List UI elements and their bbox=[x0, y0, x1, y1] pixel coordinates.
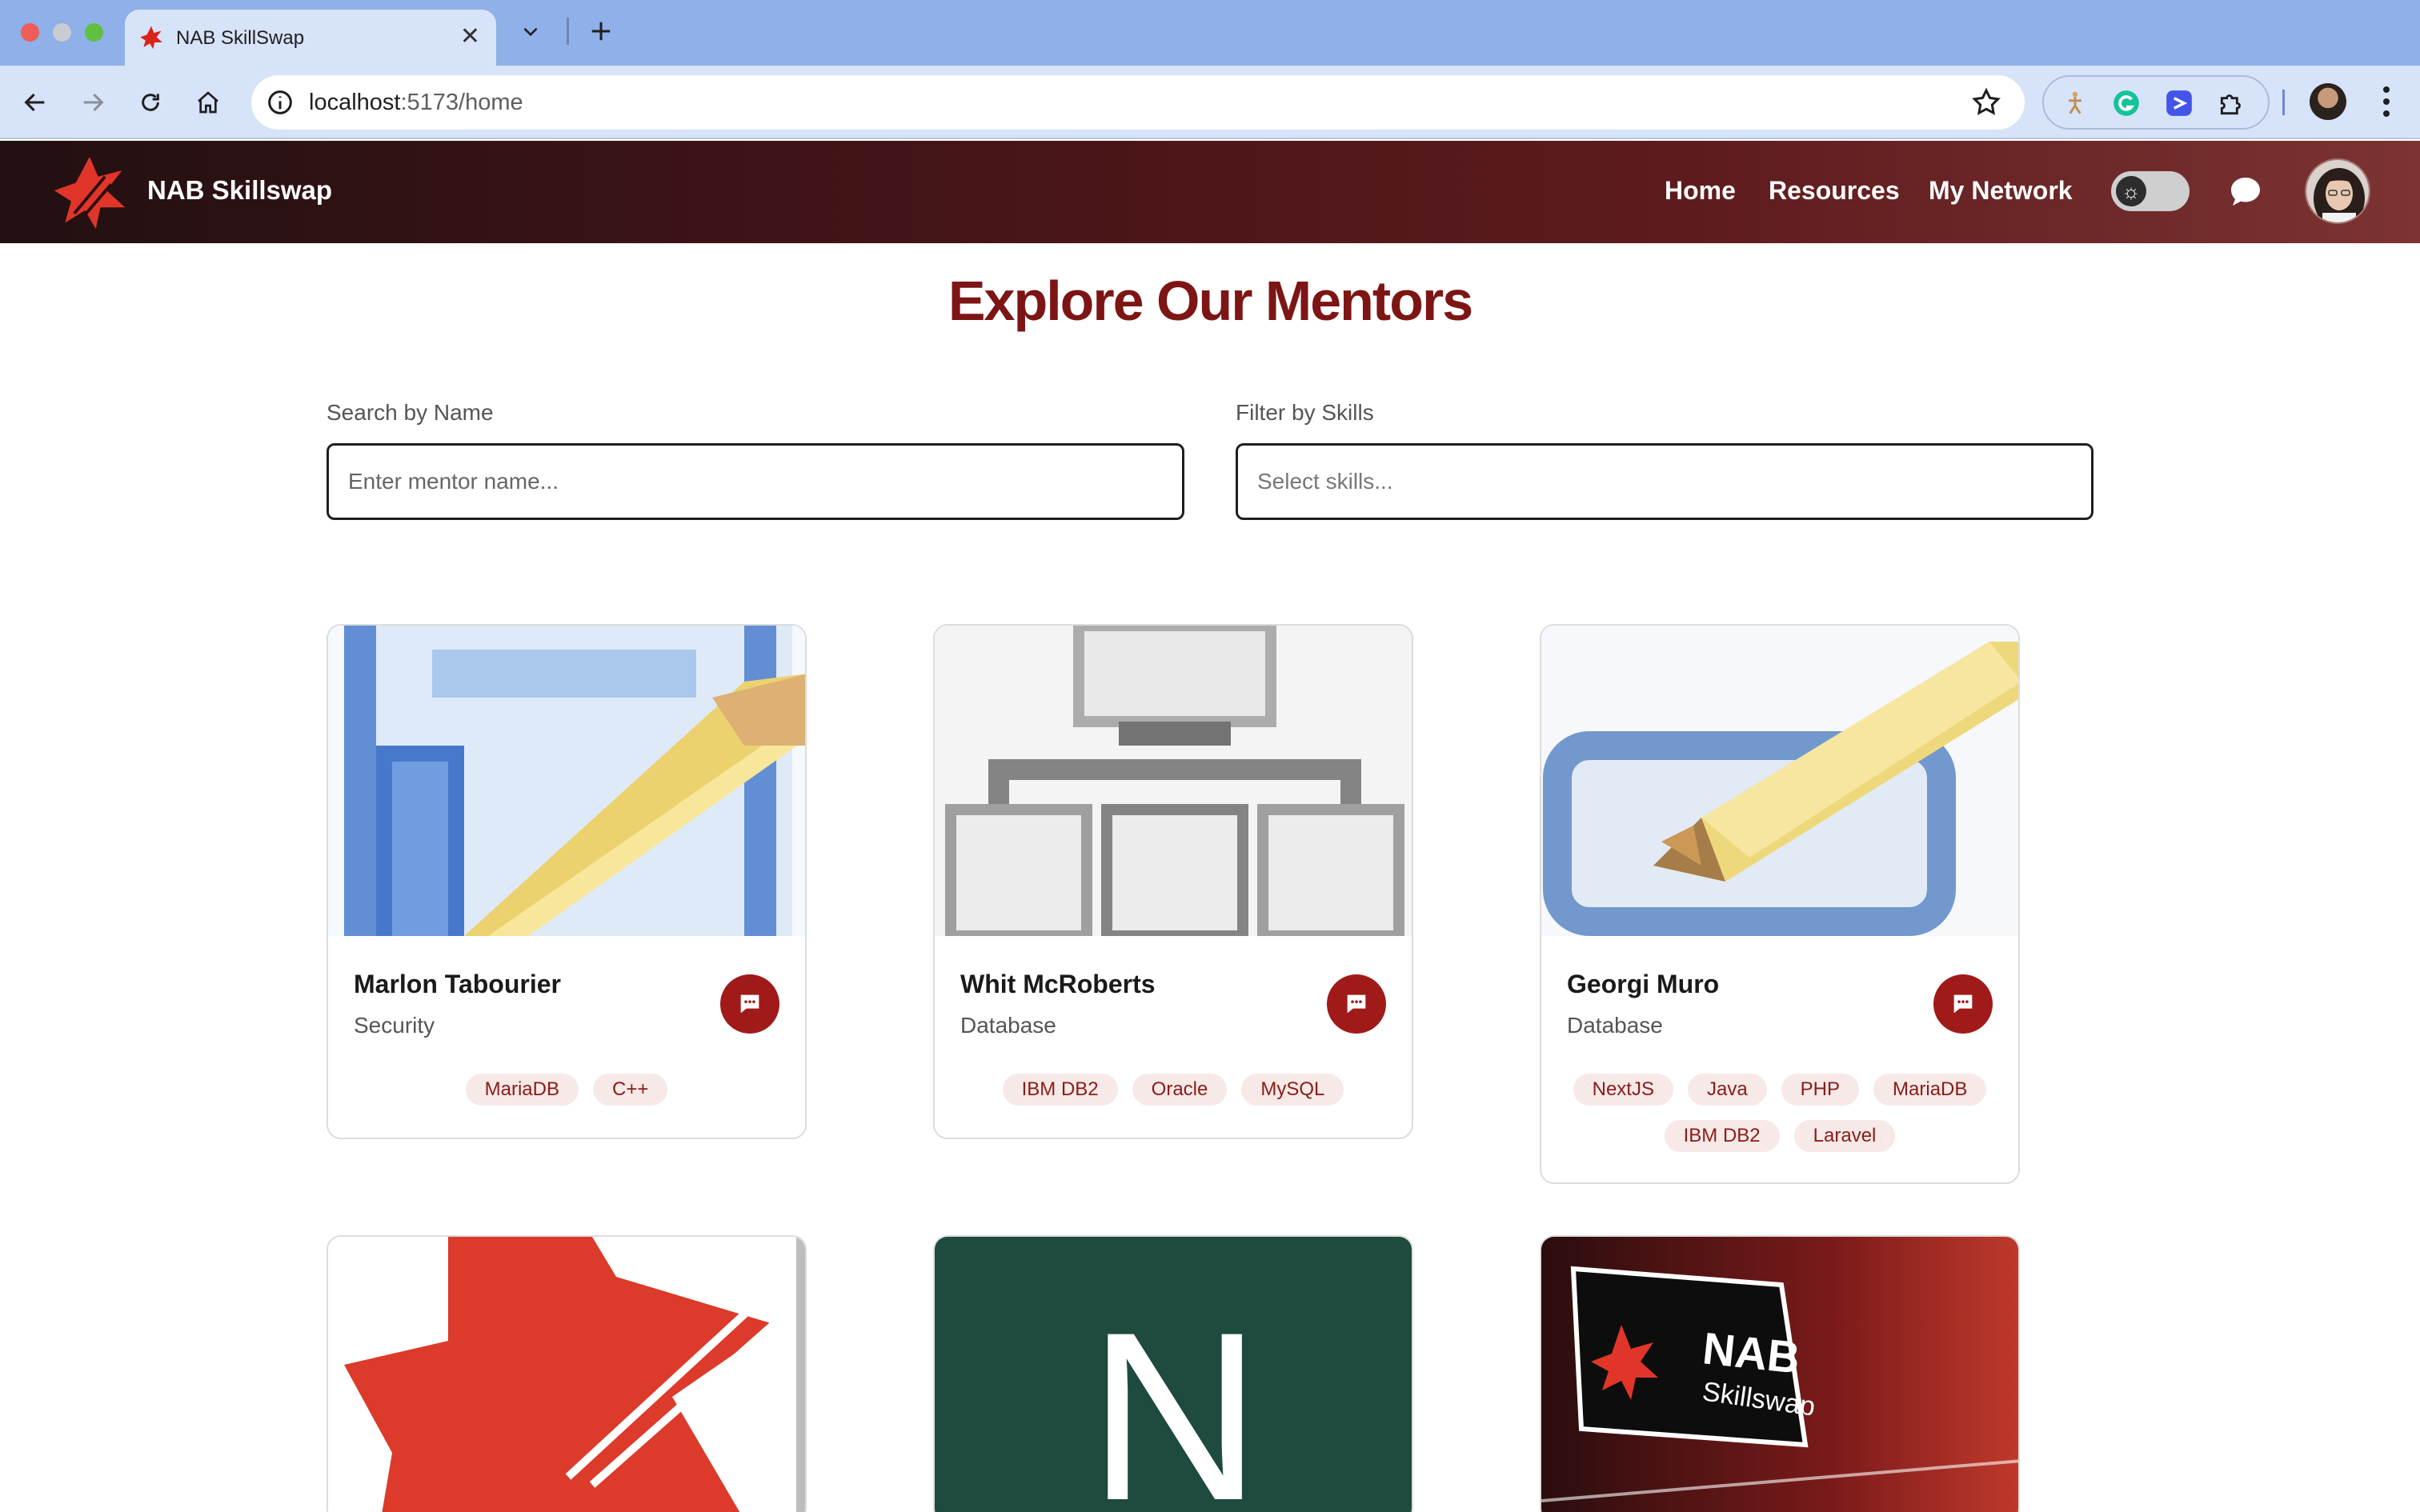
bookmark-star-icon[interactable] bbox=[1970, 86, 2002, 118]
nab-skillswap-sign: NAB Skillswap bbox=[1541, 1237, 2018, 1512]
reload-button[interactable] bbox=[131, 83, 170, 122]
window-close-button[interactable] bbox=[21, 23, 39, 42]
mentor-card[interactable]: Whit McRoberts Database IBM DB2 Oracle M… bbox=[933, 624, 1413, 1139]
edit-document-icon bbox=[328, 626, 805, 936]
browser-tab-bar: NAB SkillSwap ✕ bbox=[0, 0, 2420, 66]
nab-star-logo bbox=[328, 1237, 805, 1512]
skills-filter-placeholder: Select skills... bbox=[1257, 469, 1393, 494]
sign-brand-text: NAB bbox=[1701, 1322, 1802, 1382]
tab-separator bbox=[567, 18, 569, 45]
skill-tag: C++ bbox=[592, 1074, 668, 1106]
skill-tag: MariaDB bbox=[1873, 1074, 1987, 1106]
mentor-role: Database bbox=[1567, 1013, 1663, 1038]
letter-n-text: N bbox=[1088, 1282, 1262, 1512]
skill-tag: NextJS bbox=[1573, 1074, 1673, 1106]
mentor-card[interactable]: Georgi Muro Database NextJS Java PHP Mar… bbox=[1540, 624, 2020, 1184]
skills-filter-select[interactable]: Select skills... bbox=[1236, 443, 2093, 520]
more-vertical-icon[interactable] bbox=[2370, 82, 2402, 122]
back-button[interactable] bbox=[16, 83, 54, 122]
chat-button[interactable] bbox=[1933, 974, 1993, 1034]
browser-toolbar: localhost:5173/home bbox=[0, 66, 2420, 139]
skill-tags: NextJS Java PHP MariaDB IBM DB2 Laravel bbox=[1557, 1074, 2002, 1152]
browser-tab[interactable]: NAB SkillSwap ✕ bbox=[125, 10, 496, 66]
skill-tag: IBM DB2 bbox=[1002, 1074, 1118, 1106]
profile-avatar[interactable] bbox=[2310, 83, 2346, 120]
skill-tag: MariaDB bbox=[465, 1074, 579, 1106]
window-zoom-button[interactable] bbox=[85, 23, 103, 42]
site-info-icon[interactable] bbox=[264, 86, 296, 118]
filter-label: Filter by Skills bbox=[1236, 400, 1374, 425]
tab-title: NAB SkillSwap bbox=[176, 27, 305, 49]
nab-star-icon bbox=[140, 26, 162, 50]
nab-star-logo-icon[interactable] bbox=[51, 154, 128, 230]
mentor-name: Whit McRoberts bbox=[960, 970, 1156, 998]
new-tab-icon[interactable] bbox=[589, 19, 613, 43]
sun-icon: ☼ bbox=[2116, 176, 2146, 206]
grammarly-icon[interactable] bbox=[2111, 88, 2142, 118]
app-navbar: NAB Skillswap Home Resources My Network … bbox=[0, 141, 2420, 243]
reload-icon bbox=[142, 94, 159, 111]
theme-toggle[interactable]: ☼ bbox=[2111, 171, 2190, 211]
mentor-name: Marlon Tabourier bbox=[354, 970, 561, 998]
mentor-role: Security bbox=[354, 1013, 435, 1038]
mentor-card[interactable] bbox=[327, 1235, 807, 1512]
mentor-role: Database bbox=[960, 1013, 1056, 1038]
figure-extension-icon[interactable] bbox=[2060, 88, 2090, 118]
home-button[interactable] bbox=[189, 83, 227, 122]
skill-tags: MariaDB C++ bbox=[344, 1074, 789, 1106]
mentor-card[interactable]: Marlon Tabourier Security MariaDB C++ bbox=[327, 624, 807, 1139]
message-icon bbox=[740, 994, 759, 1014]
forward-button[interactable] bbox=[74, 83, 112, 122]
arrow-left-icon bbox=[24, 93, 45, 112]
mentor-card[interactable]: N bbox=[933, 1235, 1413, 1512]
chat-button[interactable] bbox=[720, 974, 779, 1034]
letter-n-logo: N bbox=[935, 1237, 1412, 1512]
mentor-name: Georgi Muro bbox=[1567, 970, 1720, 998]
toolbar-divider bbox=[2282, 90, 2285, 115]
url-text: localhost:5173/home bbox=[309, 90, 523, 115]
arrow-right-icon bbox=[83, 93, 104, 112]
skill-tag: Laravel bbox=[1793, 1120, 1896, 1152]
message-icon bbox=[1953, 994, 1973, 1014]
address-bar[interactable]: localhost:5173/home bbox=[251, 75, 2025, 130]
user-avatar[interactable] bbox=[2305, 158, 2370, 224]
nav-home-link[interactable]: Home bbox=[1665, 176, 1736, 206]
home-icon bbox=[198, 91, 218, 114]
chat-bubble-icon[interactable] bbox=[2226, 173, 2265, 211]
tab-close-icon[interactable]: ✕ bbox=[460, 22, 480, 51]
skill-tag: PHP bbox=[1781, 1074, 1860, 1106]
search-label: Search by Name bbox=[327, 400, 494, 425]
tab-search-chevron-icon[interactable] bbox=[520, 21, 541, 42]
skill-tag: IBM DB2 bbox=[1664, 1120, 1780, 1152]
chat-button[interactable] bbox=[1327, 974, 1386, 1034]
skill-tag: Java bbox=[1687, 1074, 1767, 1106]
nav-my-network-link[interactable]: My Network bbox=[1929, 176, 2073, 206]
nav-resources-link[interactable]: Resources bbox=[1769, 176, 1900, 206]
page-title: Explore Our Mentors bbox=[948, 270, 1473, 332]
blue-extension-icon[interactable] bbox=[2164, 88, 2194, 118]
skill-tags: IBM DB2 Oracle MySQL bbox=[951, 1074, 1396, 1106]
message-icon bbox=[1347, 994, 1366, 1014]
edit-window-icon bbox=[1541, 626, 2018, 936]
extensions-group bbox=[2042, 75, 2270, 130]
extensions-puzzle-icon[interactable] bbox=[2217, 88, 2247, 118]
mentor-card[interactable]: NAB Skillswap bbox=[1540, 1235, 2020, 1512]
org-chart-icon bbox=[935, 626, 1412, 936]
mentor-search-input[interactable] bbox=[327, 443, 1184, 520]
brand-name[interactable]: NAB Skillswap bbox=[147, 175, 332, 206]
skill-tag: MySQL bbox=[1241, 1074, 1344, 1106]
skill-tag: Oracle bbox=[1132, 1074, 1228, 1106]
window-minimize-button[interactable] bbox=[53, 23, 71, 42]
